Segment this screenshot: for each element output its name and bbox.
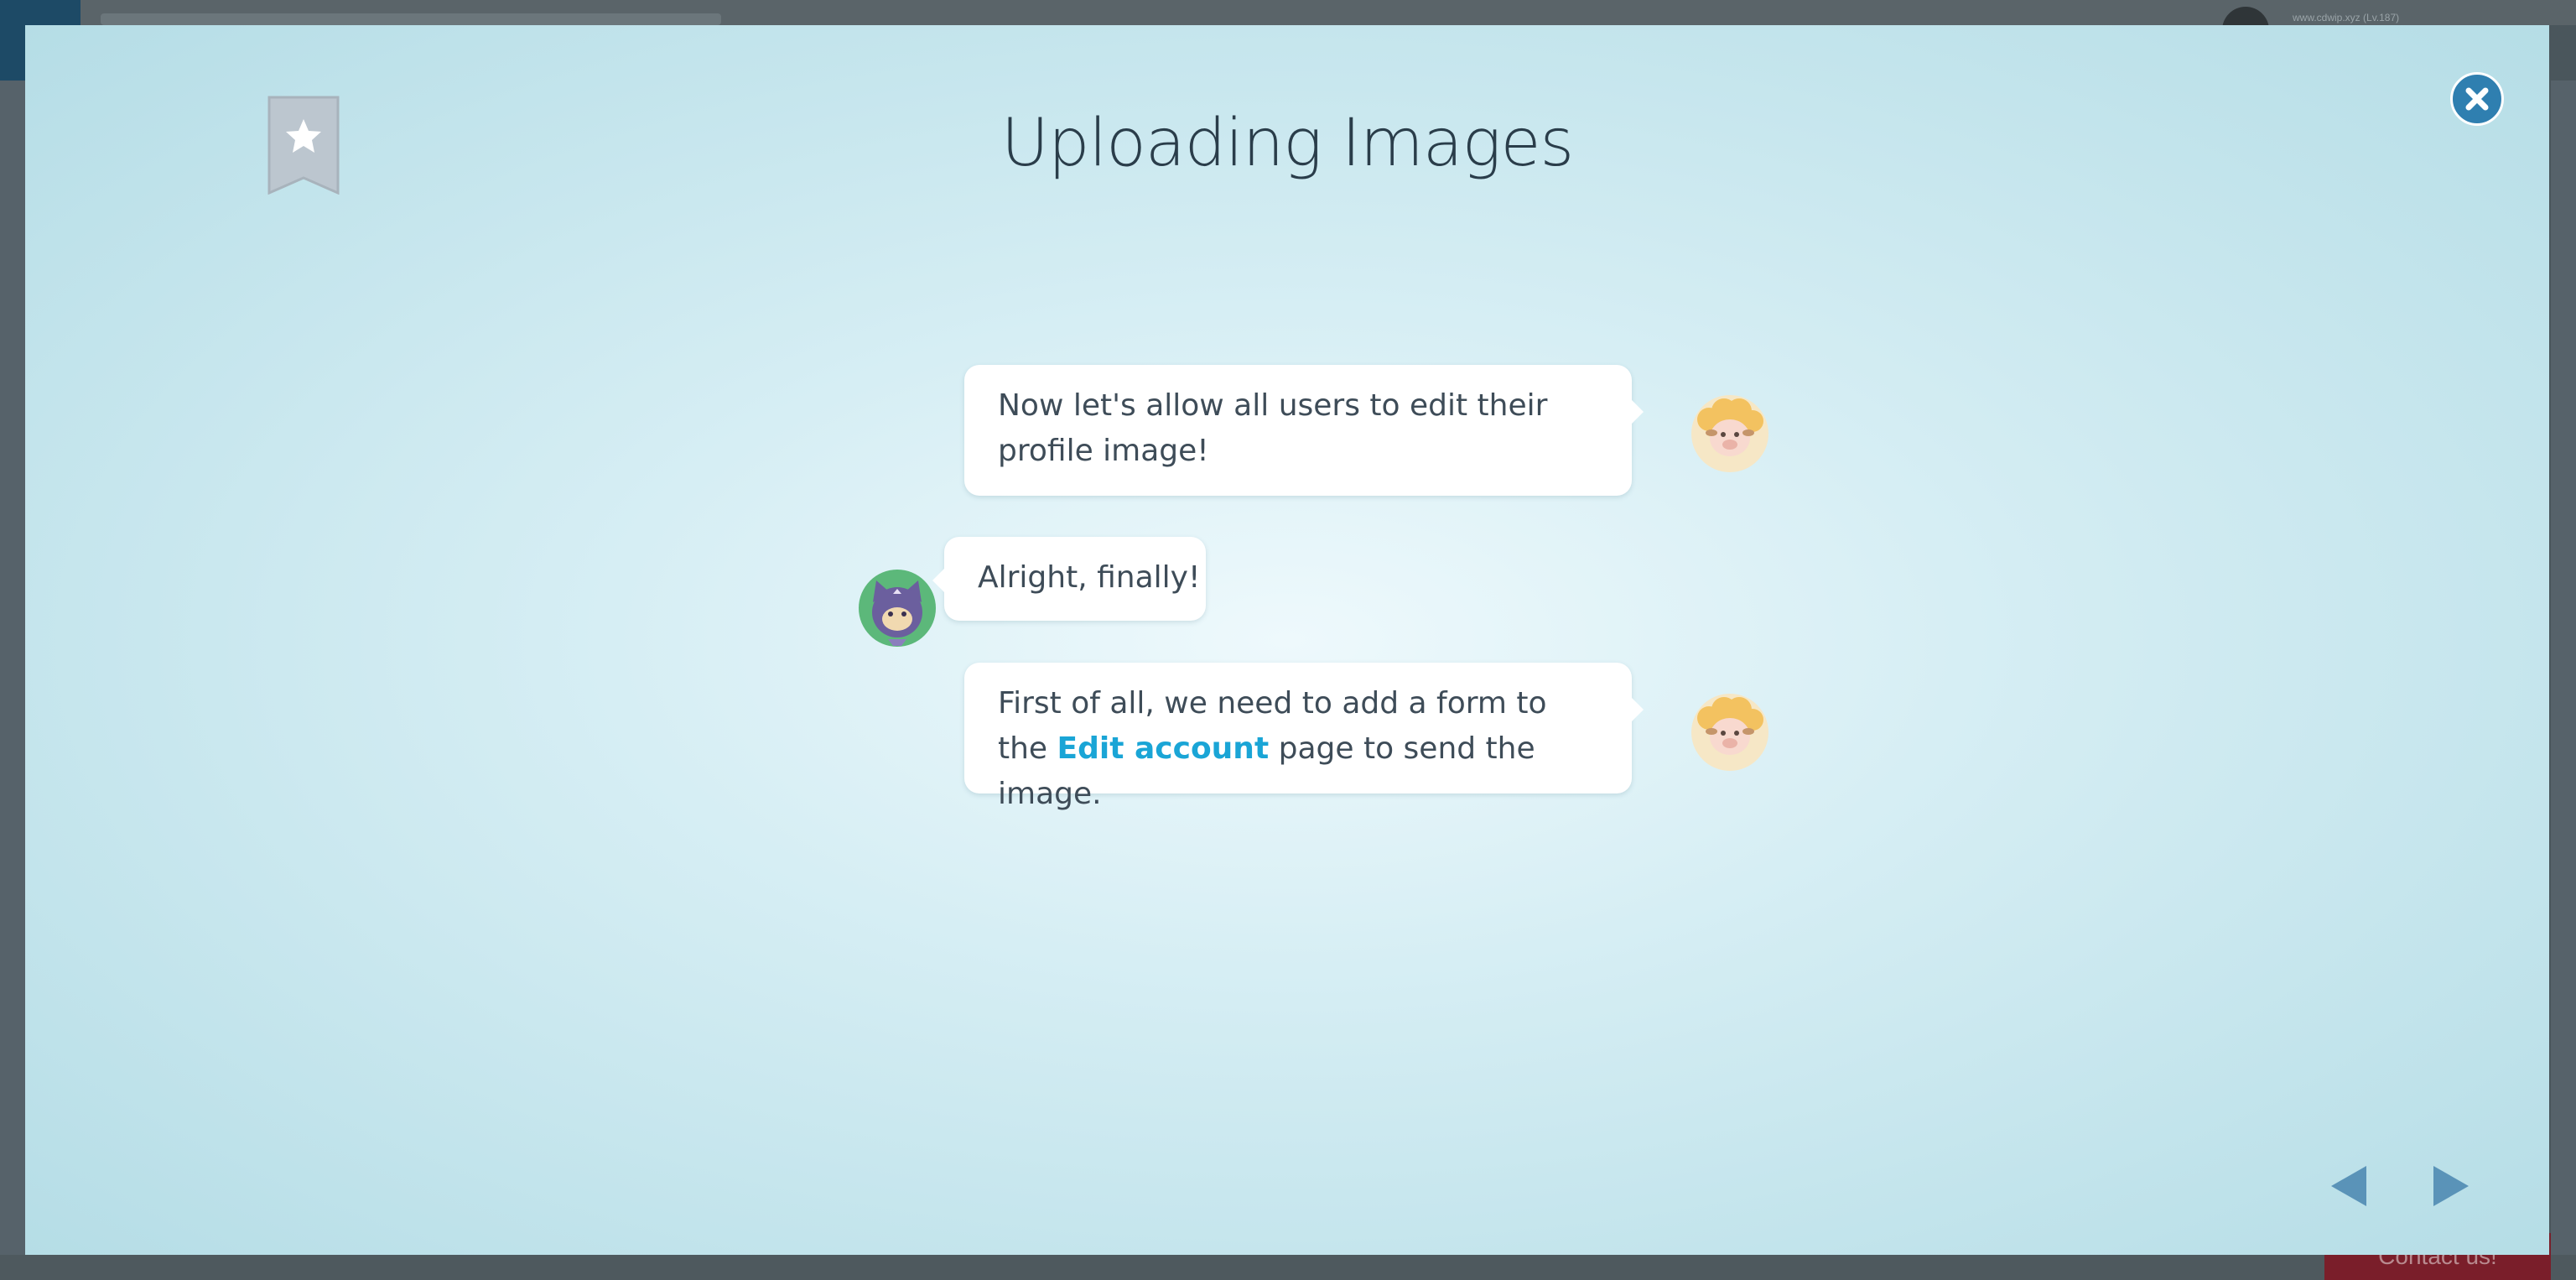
background-left-panel	[0, 81, 25, 1255]
background-scrollbar	[2551, 81, 2576, 1255]
page-title: Uploading Images	[1000, 106, 1574, 181]
lesson-modal: Uploading Images Now let's allow all use…	[25, 25, 2549, 1255]
next-button[interactable]	[2430, 1164, 2472, 1208]
chat-bubble-sheep: Now let's allow all users to edit their …	[964, 365, 1644, 496]
triangle-left-icon	[2331, 1166, 2366, 1206]
sheep-icon	[1691, 395, 1768, 472]
edit-account-link[interactable]: Edit account	[1057, 731, 1270, 766]
sheep-icon	[1691, 694, 1768, 771]
close-icon	[2465, 87, 2489, 111]
cat-icon	[859, 570, 936, 647]
chat-bubble-cat: Alright, finally!	[932, 537, 1206, 621]
message-text: Alright, finally!	[978, 560, 1201, 595]
chat-bubble-sheep: First of all, we need to add a form to t…	[964, 663, 1644, 811]
sheep-avatar	[1690, 394, 1769, 473]
background-search-bar	[101, 13, 721, 25]
cat-avatar	[858, 569, 937, 648]
message-text: Now let's allow all users to edit their …	[998, 388, 1548, 468]
triangle-right-icon	[2433, 1166, 2469, 1206]
close-button[interactable]	[2450, 72, 2504, 126]
background-user-label: www.cdwip.xyz (Lv.187)	[2293, 12, 2400, 23]
previous-button[interactable]	[2328, 1164, 2370, 1208]
background-bottom-bar	[0, 1255, 2576, 1280]
sheep-avatar	[1690, 693, 1769, 772]
